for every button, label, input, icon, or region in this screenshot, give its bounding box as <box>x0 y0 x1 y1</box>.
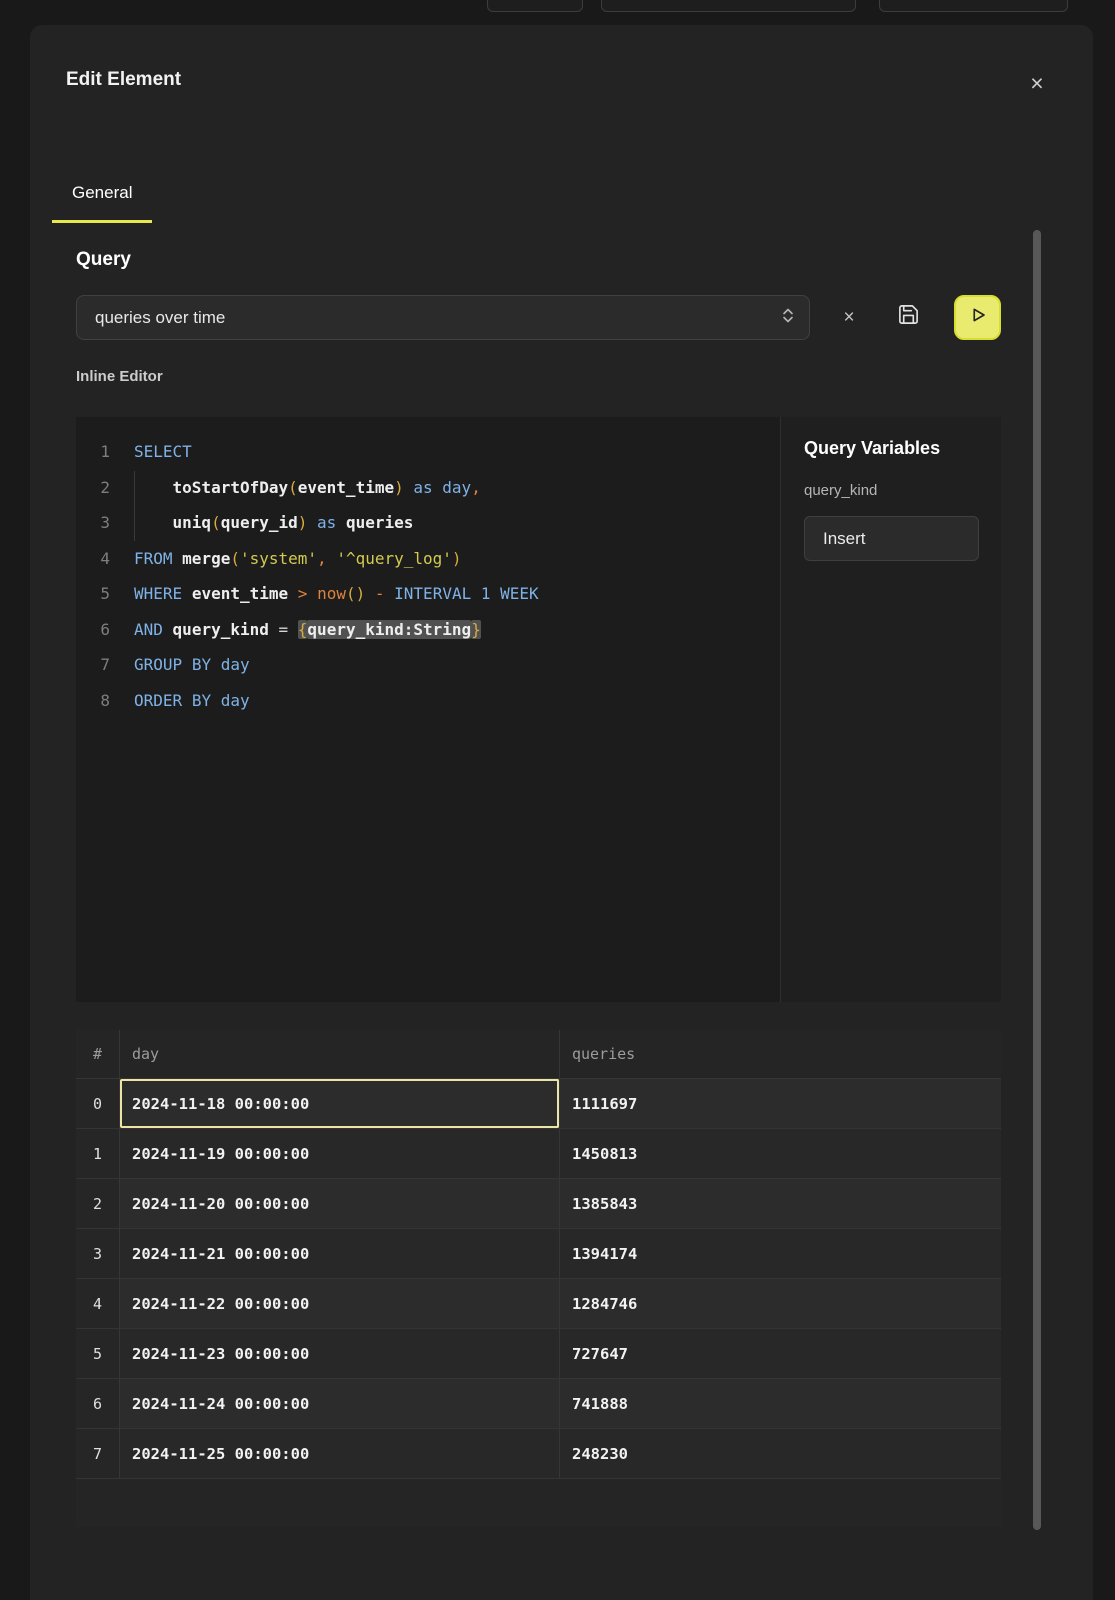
row-index[interactable]: 4 <box>76 1279 120 1328</box>
indent-guide <box>134 471 135 541</box>
table-row: 12024-11-19 00:00:001450813 <box>76 1129 1001 1179</box>
results-table-header: # day queries <box>76 1030 1001 1079</box>
line-number: 1 <box>76 434 110 470</box>
code-editor[interactable]: 1SELECT2 toStartOfDay(event_time) as day… <box>76 417 780 1002</box>
code-line-content: GROUP BY day <box>110 647 250 683</box>
line-number: 5 <box>76 576 110 612</box>
code-line-content: SELECT <box>110 434 192 470</box>
code-line[interactable]: 5WHERE event_time > now() - INTERVAL 1 W… <box>76 576 780 612</box>
modal-title: Edit Element <box>66 69 181 91</box>
line-number: 2 <box>76 470 110 506</box>
screen: Edit Element × General Query queries ove… <box>0 0 1115 1600</box>
column-header-day[interactable]: day <box>120 1030 560 1078</box>
inline-editor-label: Inline Editor <box>76 368 163 385</box>
results-table-footer <box>76 1479 1001 1527</box>
variable-name-label: query_kind <box>804 482 877 499</box>
clear-query-icon[interactable]: × <box>830 295 868 340</box>
code-line-content: toStartOfDay(event_time) as day, <box>110 470 481 506</box>
code-line-content: FROM merge('system', '^query_log') <box>110 541 462 577</box>
query-variables-panel: Query Variables query_kind Insert <box>780 417 1001 1002</box>
code-line[interactable]: 4FROM merge('system', '^query_log') <box>76 541 780 577</box>
code-line-content: WHERE event_time > now() - INTERVAL 1 WE… <box>110 576 539 612</box>
cell-queries[interactable]: 1111697 <box>560 1079 1001 1128</box>
tab-general[interactable]: General <box>52 175 152 223</box>
query-select[interactable]: queries over time <box>76 295 810 340</box>
code-line[interactable]: 8ORDER BY day <box>76 683 780 719</box>
cell-day[interactable]: 2024-11-18 00:00:00 <box>120 1079 560 1128</box>
cell-queries[interactable]: 1385843 <box>560 1179 1001 1228</box>
line-number: 6 <box>76 612 110 648</box>
code-line-content: uniq(query_id) as queries <box>110 505 413 541</box>
column-header-index[interactable]: # <box>76 1030 120 1078</box>
cell-day[interactable]: 2024-11-20 00:00:00 <box>120 1179 560 1228</box>
table-row: 32024-11-21 00:00:001394174 <box>76 1229 1001 1279</box>
code-line-content: ORDER BY day <box>110 683 250 719</box>
cell-day[interactable]: 2024-11-25 00:00:00 <box>120 1429 560 1478</box>
modal-scrollbar[interactable] <box>1033 230 1041 1530</box>
table-row: 52024-11-23 00:00:00727647 <box>76 1329 1001 1379</box>
insert-variable-button[interactable]: Insert <box>804 516 979 561</box>
background-toolbar-fragment <box>601 0 856 12</box>
table-row: 22024-11-20 00:00:001385843 <box>76 1179 1001 1229</box>
query-select-value: queries over time <box>95 308 781 328</box>
cell-day[interactable]: 2024-11-23 00:00:00 <box>120 1329 560 1378</box>
line-number: 4 <box>76 541 110 577</box>
edit-element-modal: Edit Element × General Query queries ove… <box>30 25 1093 1600</box>
table-row: 72024-11-25 00:00:00248230 <box>76 1429 1001 1479</box>
cell-day[interactable]: 2024-11-24 00:00:00 <box>120 1379 560 1428</box>
cell-day[interactable]: 2024-11-19 00:00:00 <box>120 1129 560 1178</box>
table-row: 42024-11-22 00:00:001284746 <box>76 1279 1001 1329</box>
cell-queries[interactable]: 1450813 <box>560 1129 1001 1178</box>
row-index[interactable]: 2 <box>76 1179 120 1228</box>
unfold-chevron-icon <box>781 307 795 329</box>
save-query-button[interactable] <box>888 297 928 337</box>
code-line[interactable]: 7GROUP BY day <box>76 647 780 683</box>
query-section-heading: Query <box>76 249 131 271</box>
cell-day[interactable]: 2024-11-21 00:00:00 <box>120 1229 560 1278</box>
code-line-content: AND query_kind = {query_kind:String} <box>110 612 481 648</box>
row-index[interactable]: 0 <box>76 1079 120 1128</box>
row-index[interactable]: 7 <box>76 1429 120 1478</box>
query-variables-heading: Query Variables <box>804 438 940 459</box>
line-number: 7 <box>76 647 110 683</box>
row-index[interactable]: 5 <box>76 1329 120 1378</box>
code-line[interactable]: 1SELECT <box>76 434 780 470</box>
background-toolbar-fragment <box>487 0 583 12</box>
cell-queries[interactable]: 248230 <box>560 1429 1001 1478</box>
results-table-body: 02024-11-18 00:00:00111169712024-11-19 0… <box>76 1079 1001 1479</box>
sql-editor: 1SELECT2 toStartOfDay(event_time) as day… <box>76 417 1001 1002</box>
play-icon <box>969 306 987 329</box>
row-index[interactable]: 3 <box>76 1229 120 1278</box>
code-line[interactable]: 3 uniq(query_id) as queries <box>76 505 780 541</box>
save-icon <box>897 303 920 331</box>
background-toolbar-fragment <box>879 0 1068 12</box>
line-number: 3 <box>76 505 110 541</box>
cell-queries[interactable]: 727647 <box>560 1329 1001 1378</box>
code-editor-lines: 1SELECT2 toStartOfDay(event_time) as day… <box>76 434 780 718</box>
line-number: 8 <box>76 683 110 719</box>
cell-queries[interactable]: 1284746 <box>560 1279 1001 1328</box>
cell-queries[interactable]: 1394174 <box>560 1229 1001 1278</box>
cell-day[interactable]: 2024-11-22 00:00:00 <box>120 1279 560 1328</box>
code-line[interactable]: 2 toStartOfDay(event_time) as day, <box>76 470 780 506</box>
cell-queries[interactable]: 741888 <box>560 1379 1001 1428</box>
table-row: 02024-11-18 00:00:001111697 <box>76 1079 1001 1129</box>
table-row: 62024-11-24 00:00:00741888 <box>76 1379 1001 1429</box>
results-table: # day queries 02024-11-18 00:00:00111169… <box>76 1030 1001 1527</box>
row-index[interactable]: 1 <box>76 1129 120 1178</box>
close-icon[interactable]: × <box>1019 65 1055 101</box>
column-header-queries[interactable]: queries <box>560 1030 1001 1078</box>
code-line[interactable]: 6AND query_kind = {query_kind:String} <box>76 612 780 648</box>
run-query-button[interactable] <box>954 295 1001 340</box>
row-index[interactable]: 6 <box>76 1379 120 1428</box>
